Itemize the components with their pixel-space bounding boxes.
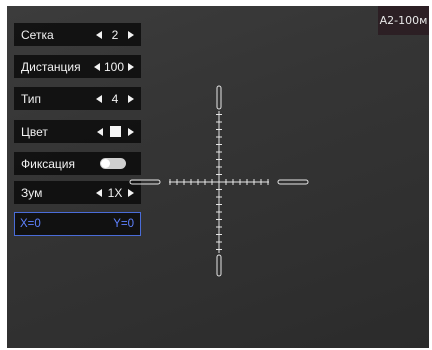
reticle-post-right	[277, 179, 309, 185]
reticle-post-bottom	[216, 254, 222, 277]
thermal-view: A2-100м Сетка 2 Дистанция 100 Тип 4 Цвет…	[7, 6, 429, 348]
reticle-post-left	[129, 179, 161, 185]
reticle	[129, 85, 309, 277]
reticle-post-top	[216, 85, 222, 110]
